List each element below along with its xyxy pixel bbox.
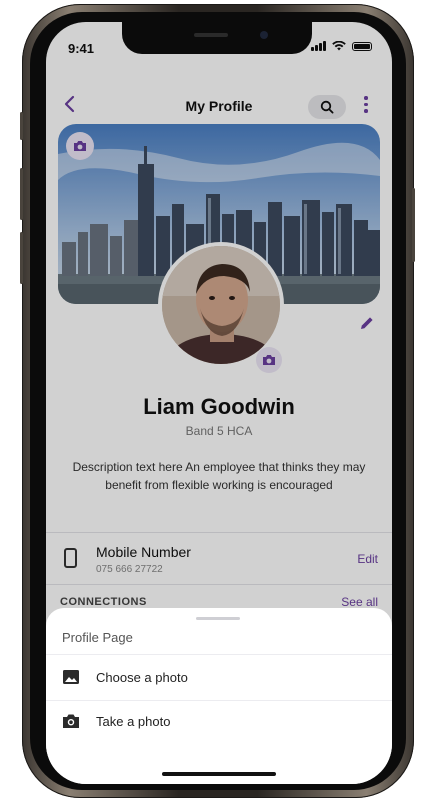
- home-indicator[interactable]: [162, 772, 276, 776]
- volume-up-button: [20, 168, 23, 220]
- take-photo-option[interactable]: Take a photo: [46, 700, 392, 744]
- mute-switch: [20, 112, 23, 140]
- image-icon: [63, 670, 79, 684]
- phone-screen: 9:41 My Profile Liam Goodwin Band 5 HCA …: [46, 22, 392, 784]
- take-photo-label: Take a photo: [96, 714, 171, 729]
- photo-options-bottom-sheet: Profile Page Choose a photo Take a photo: [46, 608, 392, 784]
- earpiece-speaker: [194, 33, 228, 37]
- choose-photo-label: Choose a photo: [96, 670, 188, 685]
- sheet-drag-handle[interactable]: [196, 617, 240, 620]
- device-notch: [122, 22, 312, 54]
- camera-icon: [63, 714, 79, 728]
- choose-photo-option[interactable]: Choose a photo: [46, 656, 392, 700]
- front-camera: [260, 31, 268, 39]
- volume-down-button: [20, 232, 23, 284]
- divider: [46, 654, 392, 655]
- sheet-title: Profile Page: [62, 630, 133, 645]
- power-button: [412, 188, 415, 262]
